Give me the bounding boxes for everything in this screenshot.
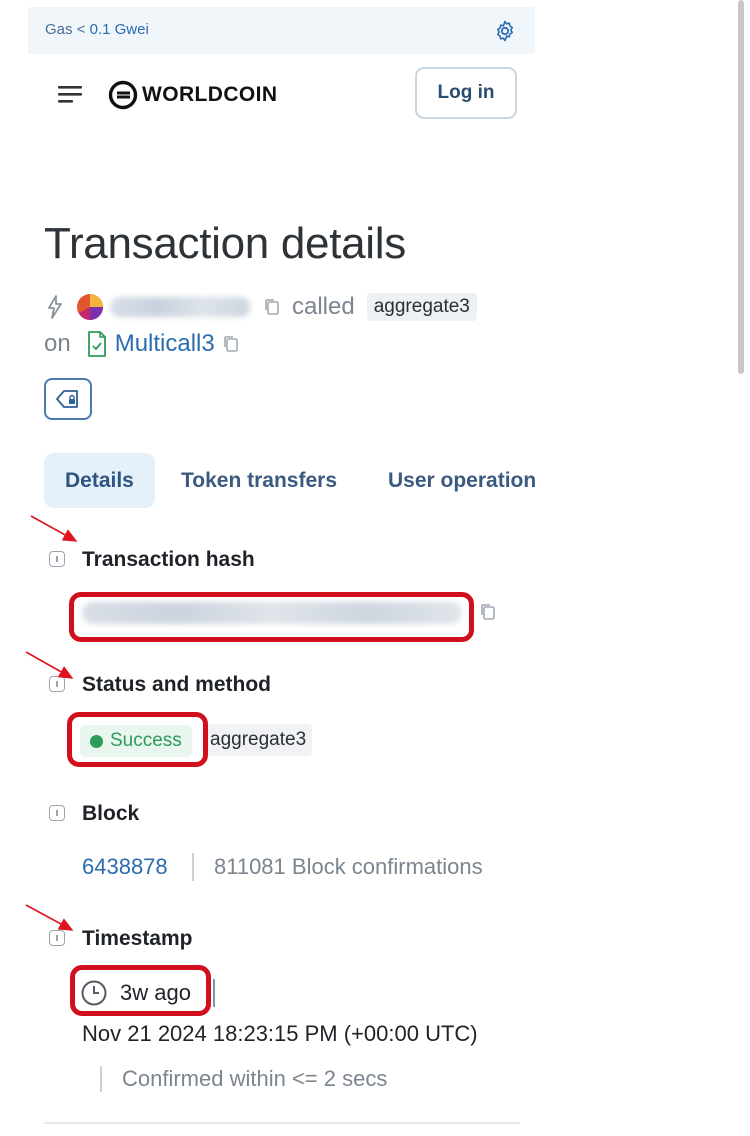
block-confirmations: 811081 Block confirmations: [214, 854, 483, 879]
contract-icon: [87, 331, 106, 357]
timestamp-absolute: Nov 21 2024 18:23:15 PM (+00:00 UTC): [82, 1021, 478, 1046]
tab-user-operations[interactable]: User operations: [388, 453, 535, 508]
called-text: called: [292, 293, 355, 320]
annotation-arrow: [30, 515, 78, 542]
login-button[interactable]: Log in: [415, 67, 517, 119]
highlight-box: [70, 965, 211, 1016]
annotation-arrow: [25, 904, 74, 931]
field-label-timestamp: Timestamp: [82, 927, 193, 950]
worldcoin-logo[interactable]: WORLDCOIN: [108, 80, 278, 110]
gas-bar: Gas < 0.1 Gwei: [28, 7, 535, 54]
highlight-box: [67, 712, 208, 767]
tx-summary-line: called aggregate3: [44, 290, 477, 324]
worldcoin-logo-icon: [108, 80, 138, 110]
menu-icon[interactable]: [56, 83, 84, 105]
contract-link[interactable]: Multicall3: [115, 330, 215, 358]
highlight-box: [69, 592, 474, 642]
private-tag-button[interactable]: [44, 378, 92, 420]
info-icon[interactable]: [49, 805, 65, 821]
method-badge: aggregate3: [204, 724, 313, 756]
tx-contract-line: on Multicall3: [44, 327, 239, 361]
brand-name: WORLDCOIN: [142, 83, 278, 106]
lightning-icon: [48, 295, 62, 319]
scrollbar-thumb[interactable]: [738, 0, 744, 374]
gear-icon[interactable]: [493, 19, 517, 43]
tab-token-transfers[interactable]: Token transfers: [181, 453, 337, 508]
page-title: Transaction details: [44, 219, 406, 268]
address-avatar: [77, 294, 103, 320]
block-number-link[interactable]: 6438878: [82, 854, 168, 880]
from-address-blurred[interactable]: [110, 297, 250, 317]
info-icon[interactable]: [49, 676, 65, 692]
copy-icon[interactable]: [264, 298, 280, 316]
copy-icon[interactable]: [480, 603, 496, 621]
method-chip: aggregate3: [366, 293, 477, 321]
field-label-block: Block: [82, 802, 140, 825]
field-label-status: Status and method: [82, 673, 272, 696]
gas-price[interactable]: Gas < 0.1 Gwei: [45, 21, 149, 38]
tab-details[interactable]: Details: [44, 453, 155, 508]
annotation-arrow: [25, 651, 74, 679]
on-text: on: [44, 330, 71, 357]
divider: [213, 979, 215, 1007]
field-label-tx-hash: Transaction hash: [82, 548, 255, 571]
copy-icon[interactable]: [223, 335, 239, 353]
divider: [192, 853, 194, 881]
info-icon[interactable]: [49, 551, 65, 567]
info-icon[interactable]: [49, 930, 65, 946]
tag-lock-icon: [56, 390, 78, 408]
confirmation-time: Confirmed within <= 2 secs: [122, 1066, 388, 1091]
tab-bar: Details Token transfers User operations: [44, 453, 535, 508]
section-divider: [44, 1122, 520, 1124]
divider: [100, 1066, 102, 1092]
